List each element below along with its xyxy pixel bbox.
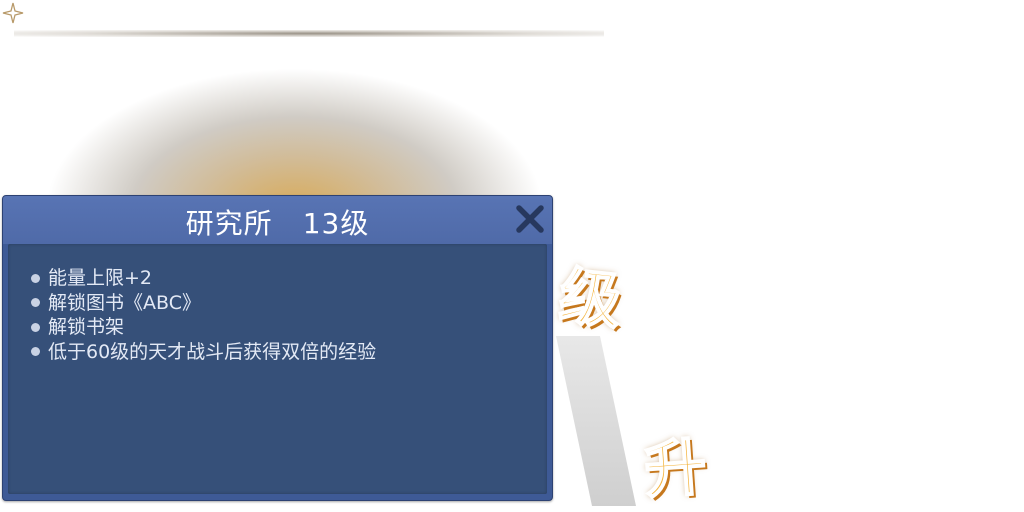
benefit-text: 能量上限+2 <box>48 267 153 289</box>
light-beam <box>556 336 636 506</box>
sparkle-icon <box>2 2 24 24</box>
bullet-icon <box>31 322 40 332</box>
bullet-icon <box>31 347 40 357</box>
level-up-char-ji: 级 <box>555 258 626 339</box>
list-item: 解锁图书《ABC》 <box>31 291 547 316</box>
dialog-body: 能量上限+2 解锁图书《ABC》 解锁书架 低于60级的天才战斗后获得双倍的经验 <box>8 244 547 494</box>
dialog-header: 研究所 13级 <box>3 196 552 244</box>
benefit-text: 解锁书架 <box>48 316 125 338</box>
bullet-icon <box>31 298 40 308</box>
benefit-list: 能量上限+2 解锁图书《ABC》 解锁书架 低于60级的天才战斗后获得双倍的经验 <box>8 244 547 364</box>
building-name: 研究所 <box>185 207 273 240</box>
benefit-text: 解锁图书《ABC》 <box>48 291 201 314</box>
close-icon[interactable] <box>513 202 547 236</box>
dialog-title: 研究所 13级 <box>3 202 552 242</box>
benefit-text: 低于60级的天才战斗后获得双倍的经验 <box>48 340 377 363</box>
level-info-dialog: 研究所 13级 能量上限+2 解锁图书《ABC》 解锁书架 低于60级的天才战斗后… <box>2 195 553 501</box>
level-up-char-sheng: 升 <box>641 429 710 508</box>
bullet-icon <box>31 273 40 283</box>
list-item: 能量上限+2 <box>31 266 547 291</box>
divider-glow-line <box>14 30 604 37</box>
building-level: 13级 <box>302 207 370 240</box>
list-item: 低于60级的天才战斗后获得双倍的经验 <box>31 340 547 365</box>
golden-glow <box>2 38 587 196</box>
list-item: 解锁书架 <box>31 315 547 340</box>
